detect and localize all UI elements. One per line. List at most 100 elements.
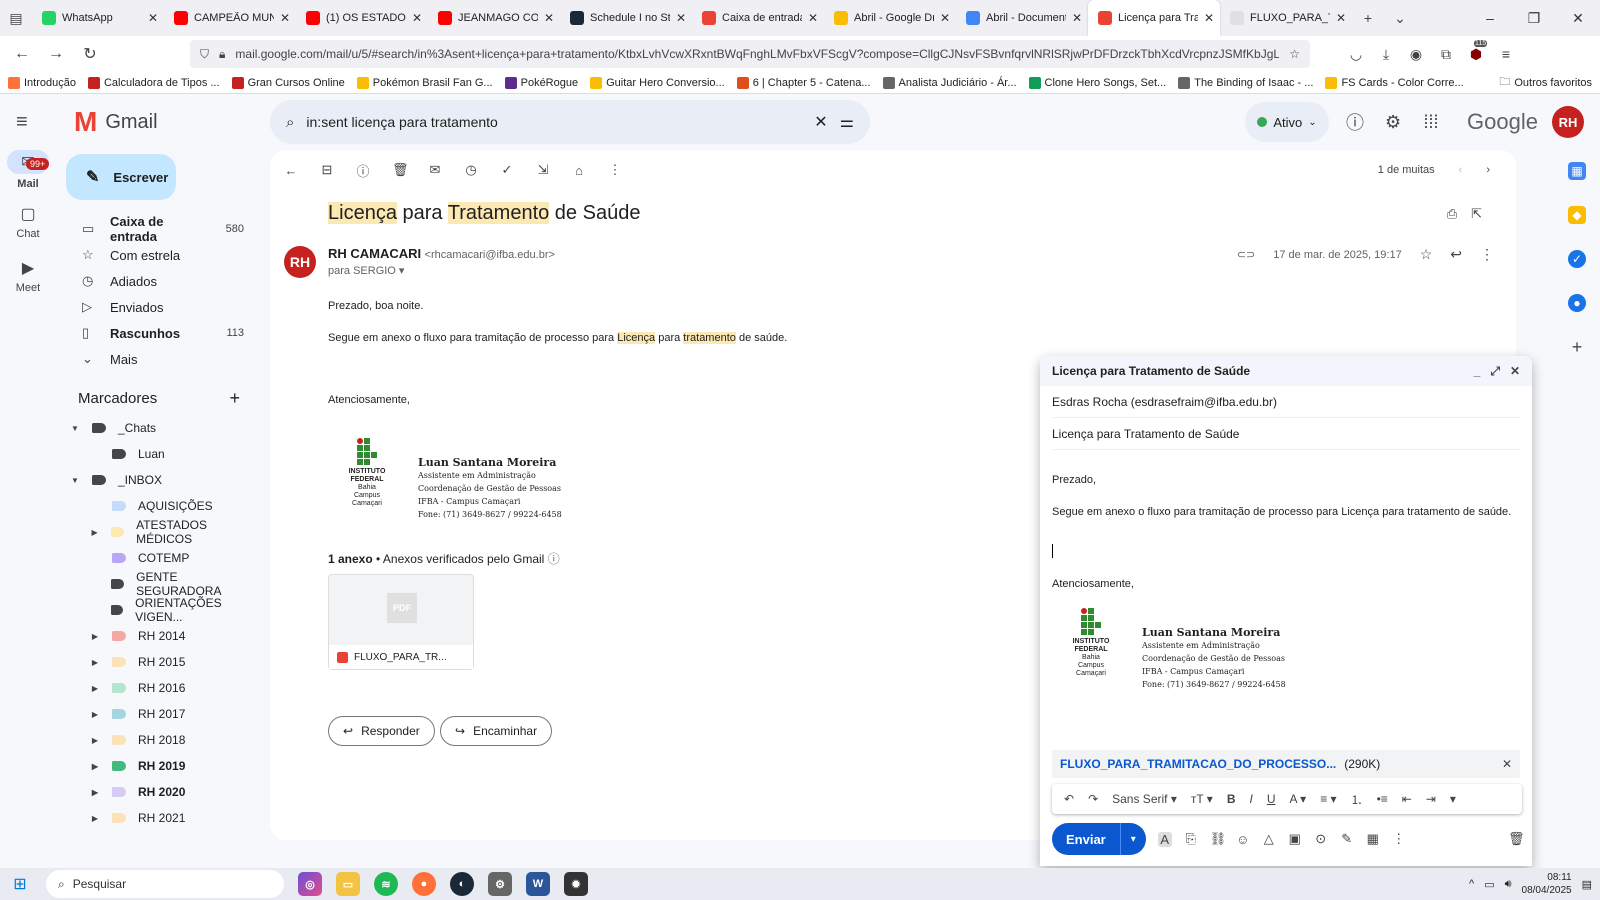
- label-item[interactable]: ▶ RH 2016: [56, 675, 256, 701]
- browser-tab[interactable]: Abril - Google Drive ✕: [824, 0, 956, 36]
- volume-icon[interactable]: 🔊︎: [1505, 878, 1512, 891]
- browser-tab[interactable]: Abril - Documentos ✕: [956, 0, 1088, 36]
- bookmark-item[interactable]: Pokémon Brasil Fan G...: [356, 76, 493, 89]
- report-spam-icon[interactable]: ⓘ: [356, 161, 370, 180]
- nav-item[interactable]: ▯ Rascunhos 113: [56, 320, 256, 346]
- expand-caret-icon[interactable]: ▼: [70, 424, 80, 433]
- back-to-list-icon[interactable]: ←: [284, 163, 298, 178]
- search-input[interactable]: in:sent licença para tratamento: [306, 114, 802, 130]
- bookmark-item[interactable]: The Binding of Isaac - ...: [1178, 76, 1313, 89]
- back-icon[interactable]: ←: [8, 40, 36, 68]
- tab-close-icon[interactable]: ✕: [544, 11, 554, 25]
- tab-close-icon[interactable]: ✕: [412, 11, 422, 25]
- browser-tab[interactable]: Licença para Tratam ✕: [1088, 0, 1220, 36]
- browser-tab[interactable]: JEANMAGO CONTR ✕: [428, 0, 560, 36]
- reply-button[interactable]: ↩ Responder: [328, 716, 435, 746]
- bookmark-item[interactable]: FS Cards - Color Corre...: [1325, 76, 1464, 89]
- game-app-icon[interactable]: ✹: [564, 872, 588, 896]
- underline-icon[interactable]: U: [1267, 792, 1276, 806]
- tab-close-icon[interactable]: ✕: [280, 11, 290, 25]
- search-icon[interactable]: ⌕: [286, 114, 294, 131]
- nav-item[interactable]: ▭ Caixa de entrada 580: [56, 214, 256, 244]
- calendar-icon[interactable]: ▦: [1568, 162, 1586, 180]
- tab-close-icon[interactable]: ✕: [1336, 11, 1346, 25]
- spotify-icon[interactable]: ≋: [374, 872, 398, 896]
- network-icon[interactable]: ▭: [1484, 878, 1494, 891]
- text-color-icon[interactable]: A ▾: [1290, 792, 1307, 806]
- move-to-icon[interactable]: ⇲: [536, 162, 550, 178]
- clock[interactable]: 08:11 08/04/2025: [1522, 871, 1572, 897]
- expand-caret-icon[interactable]: ▶: [90, 736, 100, 745]
- tab-close-icon[interactable]: ✕: [676, 11, 686, 25]
- send-button[interactable]: Enviar: [1052, 823, 1120, 855]
- label-item[interactable]: ▼ _INBOX: [56, 467, 256, 493]
- tab-overflow-icon[interactable]: ⌄: [1384, 0, 1416, 36]
- bookmark-item[interactable]: Guitar Hero Conversio...: [590, 76, 725, 89]
- help-icon[interactable]: ⓘ: [1343, 109, 1367, 135]
- label-item[interactable]: COTEMP: [56, 545, 256, 571]
- word-icon[interactable]: W: [526, 872, 550, 896]
- expand-caret-icon[interactable]: ▶: [90, 710, 100, 719]
- nav-item[interactable]: ☆ Com estrela: [56, 242, 256, 268]
- redo-icon[interactable]: ↷: [1088, 792, 1098, 806]
- nav-item[interactable]: ▷ Enviados: [56, 294, 256, 320]
- bookmark-item[interactable]: Analista Judiciário - Ár...: [882, 76, 1017, 89]
- tab-close-icon[interactable]: ✕: [1204, 11, 1214, 25]
- address-bar[interactable]: ⛉ 🔒︎ mail.google.com/mail/u/5/#search/in…: [190, 40, 1310, 68]
- schedule-send-dropdown-icon[interactable]: ▾: [1119, 823, 1146, 855]
- bookmark-item[interactable]: Clone Hero Songs, Set...: [1028, 76, 1166, 89]
- tab-close-icon[interactable]: ✕: [148, 11, 158, 25]
- sender-name[interactable]: RH CAMACARI: [328, 246, 421, 261]
- forward-button[interactable]: ↪ Encaminhar: [440, 716, 553, 746]
- label-item[interactable]: GENTE SEGURADORA: [56, 570, 256, 598]
- confidential-mode-icon[interactable]: ⊙: [1314, 831, 1328, 847]
- bookmark-item[interactable]: Introdução: [8, 76, 76, 89]
- tab-close-icon[interactable]: ✕: [808, 11, 818, 25]
- expand-caret-icon[interactable]: ▶: [90, 814, 100, 823]
- label-item[interactable]: ▶ RH 2021: [56, 805, 256, 831]
- new-tab-icon[interactable]: +: [1352, 0, 1384, 36]
- info-icon[interactable]: ⓘ: [548, 552, 560, 566]
- attachment-card[interactable]: PDF FLUXO_PARA_TR...: [328, 574, 474, 670]
- label-item[interactable]: ▶ RH 2018: [56, 727, 256, 753]
- copilot-icon[interactable]: ◎: [298, 872, 322, 896]
- discard-draft-icon[interactable]: 🗑︎: [1508, 831, 1525, 847]
- chevron-left-icon[interactable]: ‹: [1459, 164, 1463, 176]
- more-options-icon[interactable]: ⋮: [608, 162, 622, 178]
- notifications-icon[interactable]: ▤: [1582, 878, 1592, 891]
- other-bookmarks[interactable]: 🗀︎ Outros favoritos: [1499, 73, 1592, 92]
- nav-item[interactable]: ◷ Adiados: [56, 268, 256, 294]
- formatting-options-icon[interactable]: A: [1157, 831, 1172, 847]
- bold-icon[interactable]: B: [1227, 792, 1236, 806]
- tasks-icon[interactable]: ✓: [1568, 250, 1586, 268]
- compose-button[interactable]: ✎ Escrever: [66, 154, 176, 200]
- expand-caret-icon[interactable]: ▶: [90, 762, 100, 771]
- indent-more-icon[interactable]: ⇥: [1426, 792, 1436, 806]
- app-menu-icon[interactable]: ≡: [1496, 46, 1516, 63]
- browser-tab[interactable]: Schedule I no Steam ✕: [560, 0, 692, 36]
- firefox-icon[interactable]: ●: [412, 872, 436, 896]
- indent-less-icon[interactable]: ⇤: [1402, 792, 1412, 806]
- tray-overflow-icon[interactable]: ^: [1469, 878, 1474, 890]
- start-icon[interactable]: ⊞: [8, 874, 32, 894]
- rail-item-chat[interactable]: ▢ Chat: [0, 204, 56, 258]
- insert-photo-icon[interactable]: ▣: [1288, 831, 1302, 847]
- keep-icon[interactable]: ◆: [1568, 206, 1586, 224]
- clear-search-icon[interactable]: ✕: [814, 112, 827, 132]
- subject-field[interactable]: Licença para Tratamento de Saúde: [1052, 418, 1520, 450]
- account-icon[interactable]: ◉: [1406, 46, 1426, 63]
- undo-icon[interactable]: ↶: [1064, 792, 1074, 806]
- expand-caret-icon[interactable]: ▶: [90, 788, 100, 797]
- tab-list-icon[interactable]: ▤: [0, 0, 32, 36]
- bookmark-item[interactable]: 6 | Chapter 5 - Catena...: [736, 76, 871, 89]
- text-size-icon[interactable]: тT ▾: [1191, 792, 1213, 806]
- forward-icon[interactable]: →: [42, 40, 70, 68]
- steam-icon[interactable]: ◐: [450, 872, 474, 896]
- remove-attachment-icon[interactable]: ✕: [1502, 757, 1512, 771]
- nav-item[interactable]: ⌄ Mais: [56, 346, 256, 372]
- schedule-icon[interactable]: ▦: [1366, 831, 1380, 847]
- numbered-list-icon[interactable]: ⒈: [1351, 791, 1363, 808]
- label-icon[interactable]: ⌂: [572, 163, 586, 178]
- browser-tab[interactable]: CAMPEÃO MUNDIAL ✕: [164, 0, 296, 36]
- more-icon[interactable]: ⋮: [1480, 246, 1494, 263]
